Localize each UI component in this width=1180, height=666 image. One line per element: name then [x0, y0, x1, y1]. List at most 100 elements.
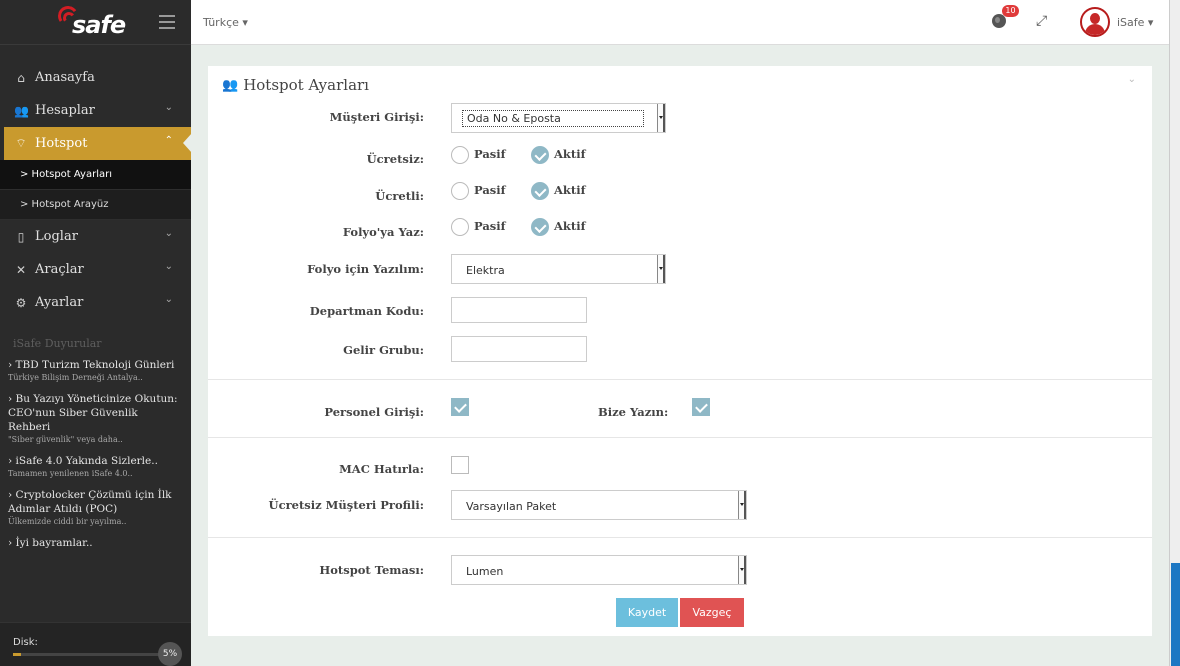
wifi-icon: ⌔ [15, 136, 27, 150]
news-item[interactable]: › iSafe 4.0 Yakında Sizlerle.. Tamamen y… [8, 454, 183, 479]
news-item[interactable]: › Bu Yazıyı Yöneticinize Okutun: CEO'nun… [8, 392, 183, 445]
ucretli-aktif-label: Aktif [554, 183, 586, 197]
sidebar-item-anasayfa[interactable]: ⌂ Anasayfa [0, 61, 191, 94]
ucretsiz-aktif-radio[interactable] [531, 146, 549, 164]
ucretsiz-pasif-label: Pasif [474, 147, 506, 161]
mac-hatirla-checkbox[interactable] [451, 456, 469, 474]
sidebar-item-label: Hesaplar [35, 103, 95, 118]
sidebar-item-label: Hotspot [35, 136, 88, 151]
chevron-down-icon: ⌄ [164, 102, 173, 113]
bize-yazin-checkbox[interactable] [692, 398, 710, 416]
departman-kodu-label: Departman Kodu: [309, 304, 424, 318]
ucretli-pasif-label: Pasif [474, 183, 506, 197]
ucretsiz-profil-select[interactable]: Varsayılan Paket [451, 490, 747, 520]
dropdown-arrow-icon [738, 556, 746, 584]
ucretli-label: Ücretli: [375, 189, 424, 203]
disk-progress-track [13, 653, 163, 656]
folyo-yazilim-label: Folyo için Yazılım: [307, 262, 424, 276]
fullscreen-icon[interactable]: ⤢ [1036, 13, 1047, 29]
folyo-yazilim-select[interactable]: Elektra [451, 254, 666, 284]
select-value: Oda No & Eposta [462, 110, 644, 127]
musteri-girisi-label: Müşteri Girişi: [329, 110, 424, 124]
chevron-down-icon: ⌄ [164, 294, 173, 305]
user-menu[interactable]: iSafe ▾ [1117, 16, 1153, 29]
mac-hatirla-label: MAC Hatırla: [339, 462, 424, 476]
personel-girisi-label: Personel Girişi: [324, 405, 424, 419]
chevron-up-icon: ⌃ [164, 135, 173, 146]
ucretsiz-profil-label: Ücretsiz Müşteri Profili: [268, 498, 424, 512]
logo-bar: safe [0, 0, 191, 45]
save-button[interactable]: Kaydet [616, 598, 678, 627]
news-item[interactable]: › TBD Turizm Teknoloji Günleri Türkiye B… [8, 358, 183, 383]
file-icon: ▯ [17, 229, 25, 244]
language-dropdown[interactable]: Türkçe ▾ [203, 16, 248, 29]
folyoya-yaz-label: Folyo'ya Yaz: [342, 225, 424, 239]
folyoya-yaz-aktif-label: Aktif [554, 219, 586, 233]
sidebar-item-ayarlar[interactable]: ⚙ Ayarlar ⌄ [0, 286, 191, 319]
news-item[interactable]: › İyi bayramlar.. [8, 536, 183, 550]
section-divider [208, 537, 1152, 538]
ucretsiz-pasif-radio[interactable] [451, 146, 469, 164]
submenu-item-hotspot-arayuz[interactable]: > Hotspot Arayüz [0, 190, 191, 220]
scrollbar-thumb[interactable] [1171, 563, 1180, 666]
disk-label: Disk: [13, 637, 38, 648]
departman-kodu-input[interactable] [451, 297, 587, 323]
users-icon: 👥 [222, 77, 239, 93]
page-scrollbar[interactable] [1169, 0, 1180, 666]
tools-icon: ✕ [15, 262, 27, 277]
chevron-down-icon: ⌄ [164, 261, 173, 272]
news-item[interactable]: › Cryptolocker Çözümü için İlk Adımlar A… [8, 488, 183, 527]
sidebar-nav: ⌂ Anasayfa 👥 Hesaplar ⌄ ⌔ Hotspot ⌃ > Ho… [0, 61, 192, 319]
section-divider [208, 379, 1152, 380]
logo-text: safe [72, 11, 126, 39]
section-divider [208, 437, 1152, 438]
ucretli-aktif-radio[interactable] [531, 182, 549, 200]
sidebar-item-label: Ayarlar [35, 295, 84, 310]
chevron-down-icon: ⌄ [164, 228, 173, 239]
avatar[interactable] [1080, 7, 1110, 37]
folyoya-yaz-aktif-radio[interactable] [531, 218, 549, 236]
home-icon: ⌂ [17, 70, 25, 85]
news-item-excerpt: "Siber güvenlik" veya daha.. [8, 435, 123, 444]
sidebar-item-label: Araçlar [35, 262, 84, 277]
submenu-item-hotspot-ayarlari[interactable]: > Hotspot Ayarları [0, 160, 191, 190]
hotspot-temasi-label: Hotspot Teması: [319, 563, 424, 577]
sidebar-item-loglar[interactable]: ▯ Loglar ⌄ [0, 220, 191, 253]
news-item-title: › Cryptolocker Çözümü için İlk Adımlar A… [8, 489, 172, 515]
personel-girisi-checkbox[interactable] [451, 398, 469, 416]
news-item-title: › Bu Yazıyı Yöneticinize Okutun: CEO'nun… [8, 393, 178, 433]
news-item-title: › iSafe 4.0 Yakında Sizlerle.. [8, 455, 158, 467]
collapse-chevron-icon[interactable]: ⌄ [1128, 74, 1136, 85]
news-title: iSafe Duyurular [13, 337, 102, 350]
users-icon: 👥 [14, 103, 29, 118]
select-value: Varsayılan Paket [466, 500, 557, 513]
sidebar-item-hotspot[interactable]: ⌔ Hotspot ⌃ [4, 127, 192, 160]
gelir-grubu-input[interactable] [451, 336, 587, 362]
news-item-excerpt: Tamamen yenilenen iSafe 4.0.. [8, 469, 133, 478]
dropdown-arrow-icon [657, 104, 665, 132]
sidebar-item-label: Loglar [35, 229, 78, 244]
cancel-button[interactable]: Vazgeç [680, 598, 744, 627]
musteri-girisi-select[interactable]: Oda No & Eposta [451, 103, 666, 133]
sidebar: safe ⌂ Anasayfa 👥 Hesaplar ⌄ ⌔ Hotspot ⌃… [0, 0, 192, 666]
notification-badge: 10 [1002, 5, 1019, 17]
top-bar: Türkçe ▾ 10 ⤢ iSafe ▾ [191, 0, 1169, 45]
hotspot-settings-panel: 👥 Hotspot Ayarları ⌄ Müşteri Girişi: Oda… [208, 66, 1152, 636]
hotspot-temasi-select[interactable]: Lumen [451, 555, 747, 585]
dropdown-arrow-icon [738, 491, 746, 519]
sidebar-item-hesaplar[interactable]: 👥 Hesaplar ⌄ [0, 94, 191, 127]
select-value: Lumen [466, 565, 504, 578]
ucretli-pasif-radio[interactable] [451, 182, 469, 200]
news-list: › TBD Turizm Teknoloji Günleri Türkiye B… [0, 350, 191, 550]
folyoya-yaz-pasif-radio[interactable] [451, 218, 469, 236]
menu-toggle-icon[interactable] [159, 15, 175, 29]
logo-wave-icon [56, 4, 80, 40]
isafe-logo[interactable]: safe [56, 4, 126, 40]
news-item-title: › TBD Turizm Teknoloji Günleri [8, 359, 175, 371]
disk-progress-fill [13, 653, 21, 656]
hotspot-submenu: > Hotspot Ayarları > Hotspot Arayüz [0, 160, 191, 220]
ucretsiz-label: Ücretsiz: [366, 152, 424, 166]
folyoya-yaz-pasif-label: Pasif [474, 219, 506, 233]
sidebar-item-araclar[interactable]: ✕ Araçlar ⌄ [0, 253, 191, 286]
dropdown-arrow-icon [657, 255, 665, 283]
